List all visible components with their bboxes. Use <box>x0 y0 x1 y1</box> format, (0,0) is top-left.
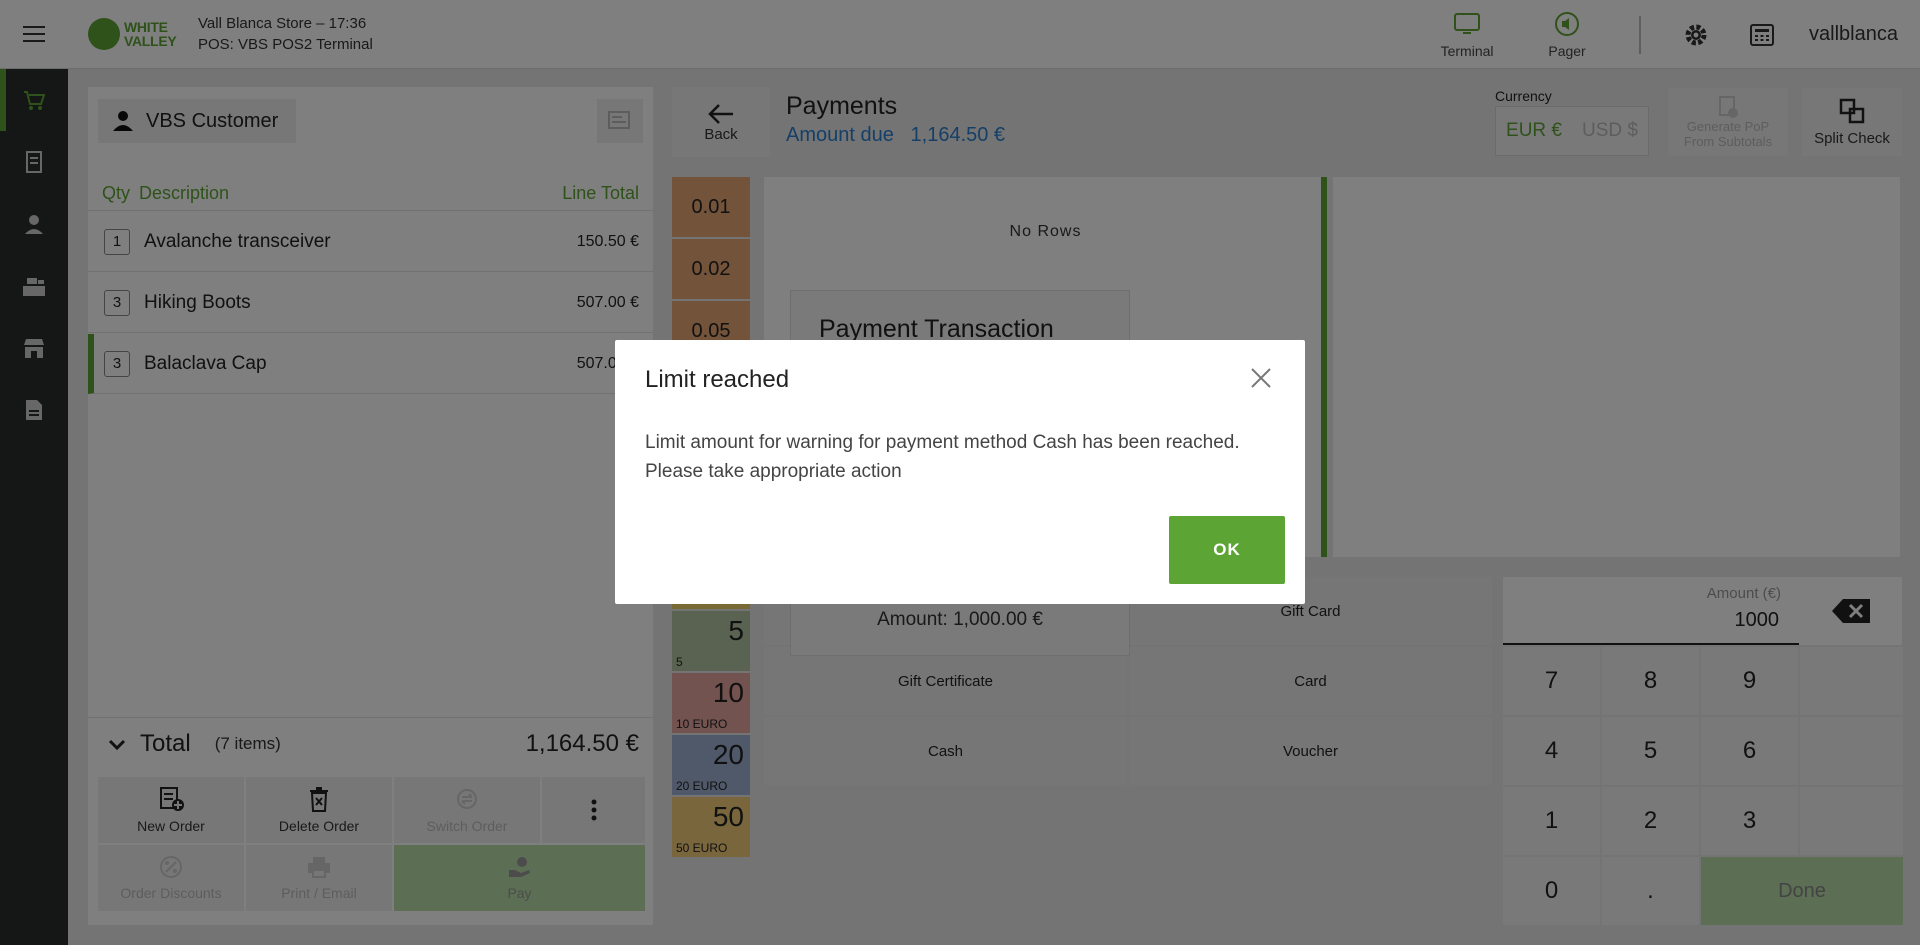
close-icon[interactable] <box>1247 364 1275 392</box>
dialog-title: Limit reached <box>645 366 790 393</box>
limit-reached-dialog: Limit reached Limit amount for warning f… <box>615 340 1305 604</box>
ok-button[interactable]: OK <box>1169 516 1285 584</box>
dialog-message: Limit amount for warning for payment met… <box>645 432 1240 482</box>
